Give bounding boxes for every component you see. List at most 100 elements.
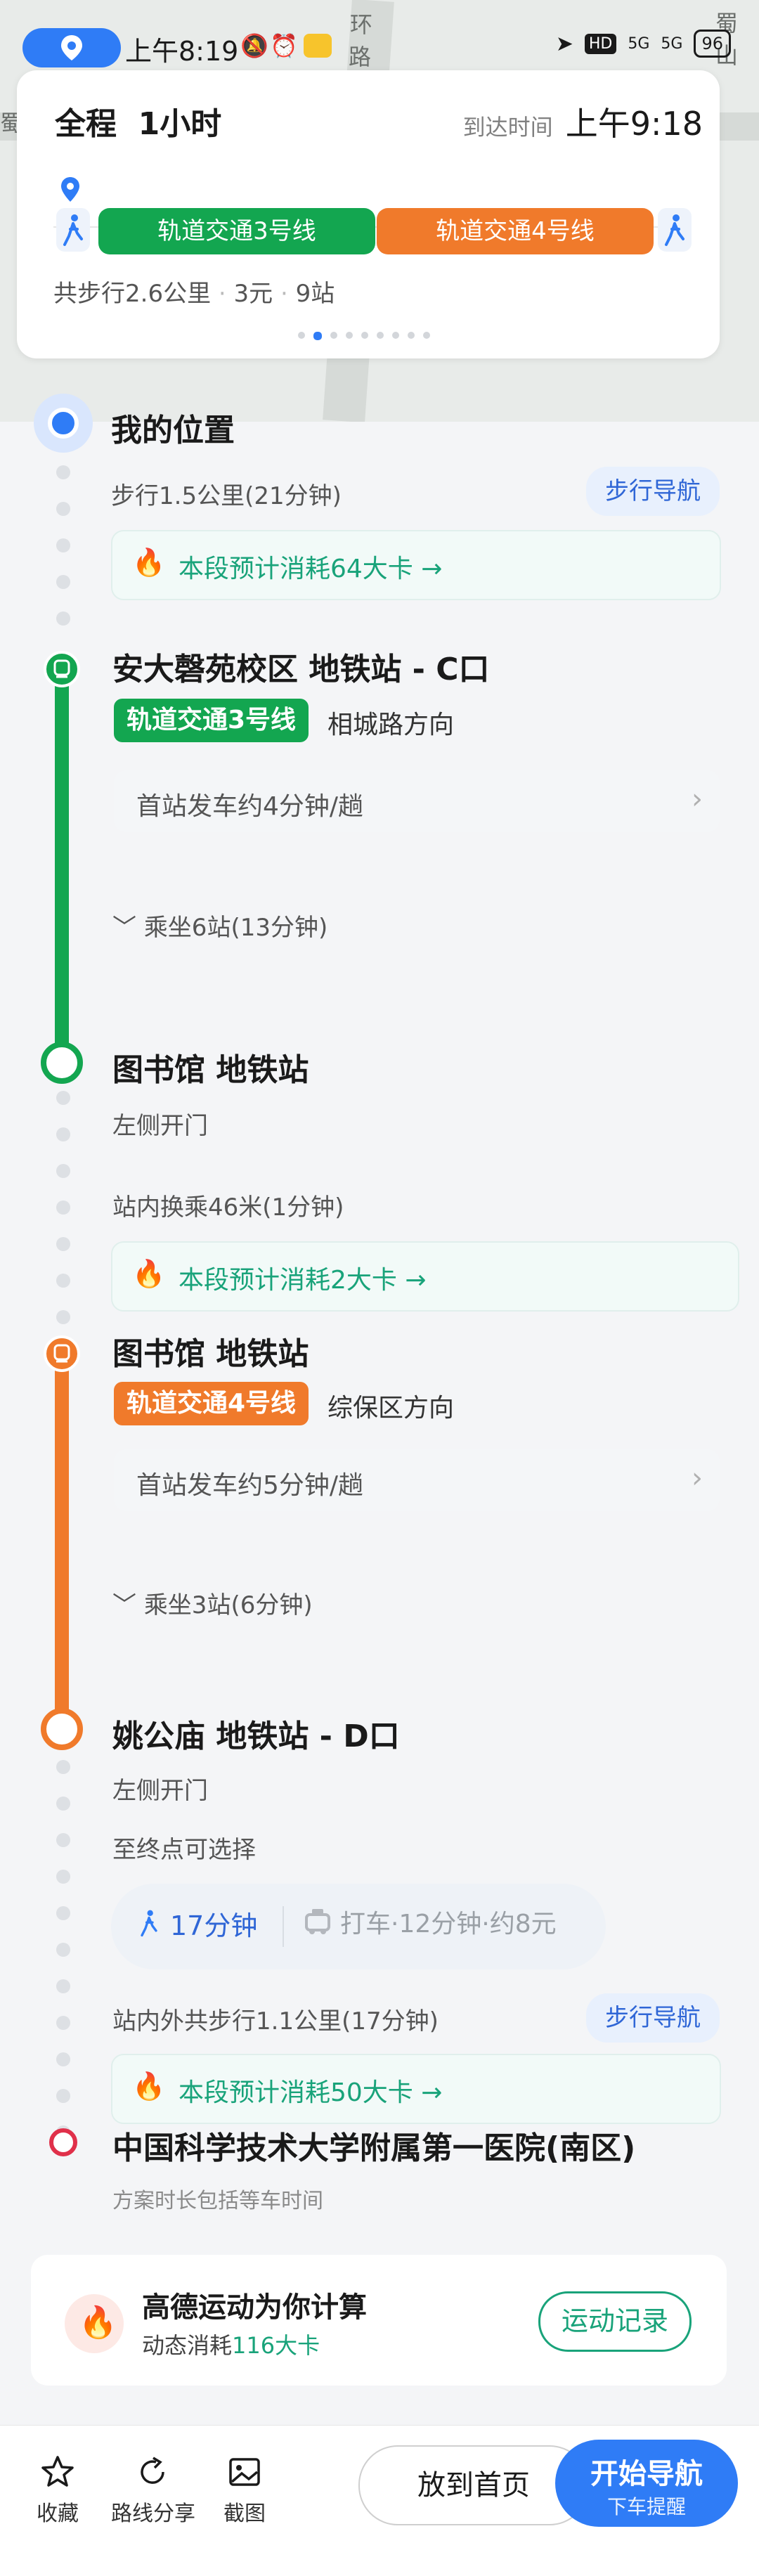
fire-icon: 🔥 — [65, 2294, 124, 2353]
alarm-icon: ⏰ — [270, 32, 298, 59]
add-to-home-button[interactable]: 放到首页 — [358, 2445, 589, 2525]
calorie-box[interactable]: 🔥 本段预计消耗2大卡 → — [111, 1241, 739, 1312]
route-summary-card[interactable]: 全程 1小时 到达时间 上午9:18 轨道交通3号线 轨道交通4号线 共步行2.… — [17, 70, 720, 358]
fire-icon: 🔥 — [132, 1258, 166, 1289]
divider — [283, 1906, 284, 1947]
page-dot[interactable] — [423, 332, 430, 339]
route-stats: 共步行2.6公里 · 3元 · 9站 — [53, 280, 335, 308]
arrive-time-group: 到达时间 上午9:18 — [463, 98, 703, 145]
stop1-frequency[interactable]: 首站发车约4分钟/趟 › — [114, 770, 720, 832]
ride-text: 乘坐3站(6分钟) — [143, 1591, 313, 1619]
station-marker — [41, 1708, 83, 1750]
hd-icon: HD — [584, 33, 617, 54]
status-icons: ➤ HD 5G 5G 96 — [556, 30, 731, 58]
start-navigation-button[interactable]: 开始导航 下车提醒 — [555, 2440, 738, 2527]
walk-nav-button[interactable]: 步行导航 — [586, 467, 720, 516]
stop1-ride[interactable]: ﹀ 乘坐6站(13分钟) — [112, 908, 327, 943]
route-timeline: 我的位置 步行1.5公里(21分钟) 步行导航 🔥 本段预计消耗64大卡 → 安… — [0, 380, 759, 2263]
route-dot — [56, 1127, 70, 1141]
sport-sub-prefix: 动态消耗 — [142, 2332, 233, 2359]
station-marker — [41, 1042, 83, 1084]
line3-pill: 轨道交通3号线 — [98, 208, 375, 254]
metro-icon — [44, 651, 80, 687]
route-dot — [56, 1797, 70, 1811]
page-dot[interactable] — [377, 332, 384, 339]
arrive-label: 到达时间 — [462, 114, 553, 141]
page-dot[interactable] — [361, 332, 368, 339]
location-pill[interactable] — [22, 28, 121, 67]
start-navigation-label: 开始导航 — [590, 2458, 703, 2490]
favorite-button[interactable]: 收藏 — [28, 2454, 87, 2527]
route-dot — [56, 2089, 70, 2103]
ride-text: 乘坐6站(13分钟) — [143, 914, 328, 942]
mute-icon: 🔕 — [240, 32, 268, 59]
share-route-button[interactable]: 路线分享 — [105, 2454, 201, 2527]
image-icon — [229, 2458, 260, 2486]
walk-option-time: 17分钟 — [170, 1910, 258, 1941]
sport-card: 🔥 高德运动为你计算 动态消耗116大卡 运动记录 — [31, 2255, 727, 2386]
chevron-down-icon: ﹀ — [112, 1591, 144, 1619]
page-dot[interactable] — [346, 332, 353, 339]
stop3-frequency[interactable]: 首站发车约5分钟/趟 › — [114, 1449, 720, 1511]
total-duration: 全程 1小时 — [55, 98, 221, 143]
bottom-toolbar: 收藏 路线分享 截图 放到首页 开始导航 下车提醒 — [0, 2425, 759, 2576]
navigation-arrow-icon: ➤ — [555, 31, 573, 56]
frequency-text: 首站发车约4分钟/趟 — [136, 792, 364, 821]
stop4-walk-info: 站内外共步行1.1公里(17分钟) — [112, 2007, 439, 2035]
route-dot — [56, 611, 70, 626]
page-dot[interactable] — [408, 332, 415, 339]
route-dot — [56, 1760, 70, 1774]
route-dot — [56, 1274, 70, 1288]
chevron-down-icon: ﹀ — [112, 914, 144, 942]
route-dot — [56, 538, 70, 552]
duration-value: 1小时 — [138, 106, 222, 142]
start-navigation-sublabel: 下车提醒 — [606, 2495, 686, 2518]
calorie-box[interactable]: 🔥 本段预计消耗50大卡 → — [111, 2054, 721, 2124]
stop3-direction: 综保区方向 — [327, 1394, 455, 1423]
route-dot — [56, 1979, 70, 1993]
origin-pin-icon — [59, 176, 82, 207]
page-dot[interactable] — [313, 332, 322, 340]
screenshot-label: 截图 — [223, 2501, 266, 2526]
screenshot-button[interactable]: 截图 — [215, 2454, 274, 2527]
route-dot — [56, 1906, 70, 1920]
frequency-text: 首站发车约5分钟/趟 — [136, 1471, 364, 1500]
stop4-choose: 至终点可选择 — [112, 1836, 256, 1864]
stop2-transfer: 站内换乘46米(1分钟) — [112, 1193, 344, 1222]
status-time: 上午8:19 — [125, 36, 239, 67]
signal-5g-icon: 5G — [628, 34, 650, 53]
station-count: 9站 — [295, 280, 335, 308]
share-icon — [141, 2457, 164, 2484]
route-dot — [56, 1870, 70, 1884]
sport-record-button[interactable]: 运动记录 — [538, 2291, 692, 2352]
chevron-right-icon: › — [692, 1462, 703, 1494]
page-dot[interactable] — [330, 332, 337, 339]
calorie-text: 本段预计消耗64大卡 → — [179, 555, 443, 583]
taxi-icon — [305, 1909, 330, 1934]
page-dot[interactable] — [392, 332, 399, 339]
stop3-ride[interactable]: ﹀ 乘坐3站(6分钟) — [112, 1586, 313, 1620]
calorie-box[interactable]: 🔥 本段预计消耗64大卡 → — [111, 530, 721, 600]
total-label: 全程 — [55, 106, 117, 142]
star-icon — [41, 2456, 74, 2487]
metro-icon — [44, 1335, 80, 1372]
last-mile-options: 17分钟 打车·12分钟·约8元 — [111, 1884, 606, 1969]
stop2-name: 图书馆 地铁站 — [112, 1052, 309, 1088]
taxi-option-text: 打车·12分钟·约8元 — [340, 1910, 557, 1939]
destination-marker — [49, 2128, 77, 2156]
route-dot — [56, 1200, 70, 1215]
walk-nav-button[interactable]: 步行导航 — [586, 1993, 720, 2043]
stop3-name: 图书馆 地铁站 — [112, 1336, 309, 1372]
route-dot — [56, 1091, 70, 1105]
price: 3元 — [233, 280, 273, 308]
walk-option[interactable]: 17分钟 — [135, 1903, 257, 1943]
taxi-option[interactable]: 打车·12分钟·约8元 — [302, 1903, 557, 1940]
signal-5g-icon: 5G — [661, 34, 683, 53]
page-dot[interactable] — [298, 332, 305, 339]
location-pin-icon — [61, 35, 82, 60]
sport-sub: 动态消耗116大卡 — [142, 2328, 320, 2360]
page-indicator[interactable] — [298, 332, 430, 340]
route-dot — [56, 2052, 70, 2066]
sport-sub-value: 116大卡 — [232, 2332, 320, 2359]
my-location-marker — [34, 394, 93, 453]
